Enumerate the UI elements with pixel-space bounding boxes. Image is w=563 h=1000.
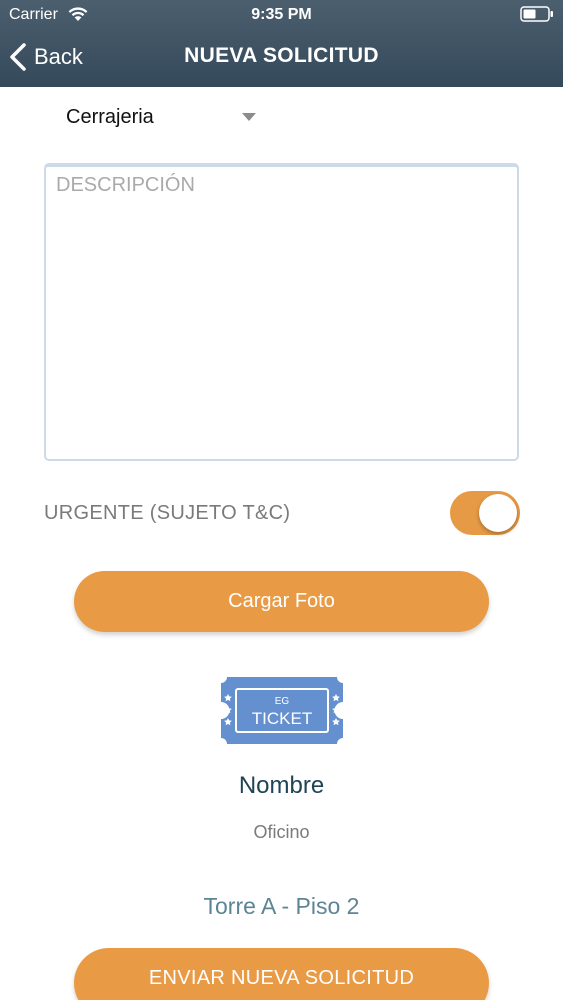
new-request-screen: Carrier 9:35 PM Back NUEVA SOLICITUD Cer… <box>0 0 563 1000</box>
description-placeholder: DESCRIPCIÓN <box>56 174 195 196</box>
status-bar: Carrier 9:35 PM <box>0 0 563 30</box>
company-role: Oficino <box>253 822 310 842</box>
status-time: 9:35 PM <box>251 6 312 23</box>
company-location: Torre A - Piso 2 <box>203 893 360 919</box>
header: Carrier 9:35 PM Back NUEVA SOLICITUD <box>0 0 563 87</box>
category-value: Cerrajeria <box>66 106 154 128</box>
ticket-logo: EG TICKET <box>221 677 343 744</box>
description-textarea[interactable]: DESCRIPCIÓN <box>44 163 519 461</box>
upload-photo-button[interactable]: Cargar Foto <box>74 571 489 632</box>
dropdown-caret-icon <box>242 113 256 121</box>
battery-icon <box>520 6 553 22</box>
category-dropdown[interactable]: Cerrajeria <box>66 104 266 134</box>
company-name: Nombre <box>238 772 325 799</box>
submit-request-label: ENVIAR NUEVA SOLICITUD <box>148 967 415 989</box>
nav-bar: Back NUEVA SOLICITUD <box>0 30 563 87</box>
upload-photo-label: Cargar Foto <box>228 590 335 612</box>
page-title: NUEVA SOLICITUD <box>184 44 379 67</box>
logo-big-text: TICKET <box>252 709 312 728</box>
toggle-knob <box>479 494 517 532</box>
submit-request-button[interactable]: ENVIAR NUEVA SOLICITUD <box>74 948 489 1000</box>
urgent-label: URGENTE (SUJETO T&C) <box>44 502 291 524</box>
logo-small-text: EG <box>275 696 290 707</box>
urgent-toggle[interactable] <box>450 491 520 535</box>
